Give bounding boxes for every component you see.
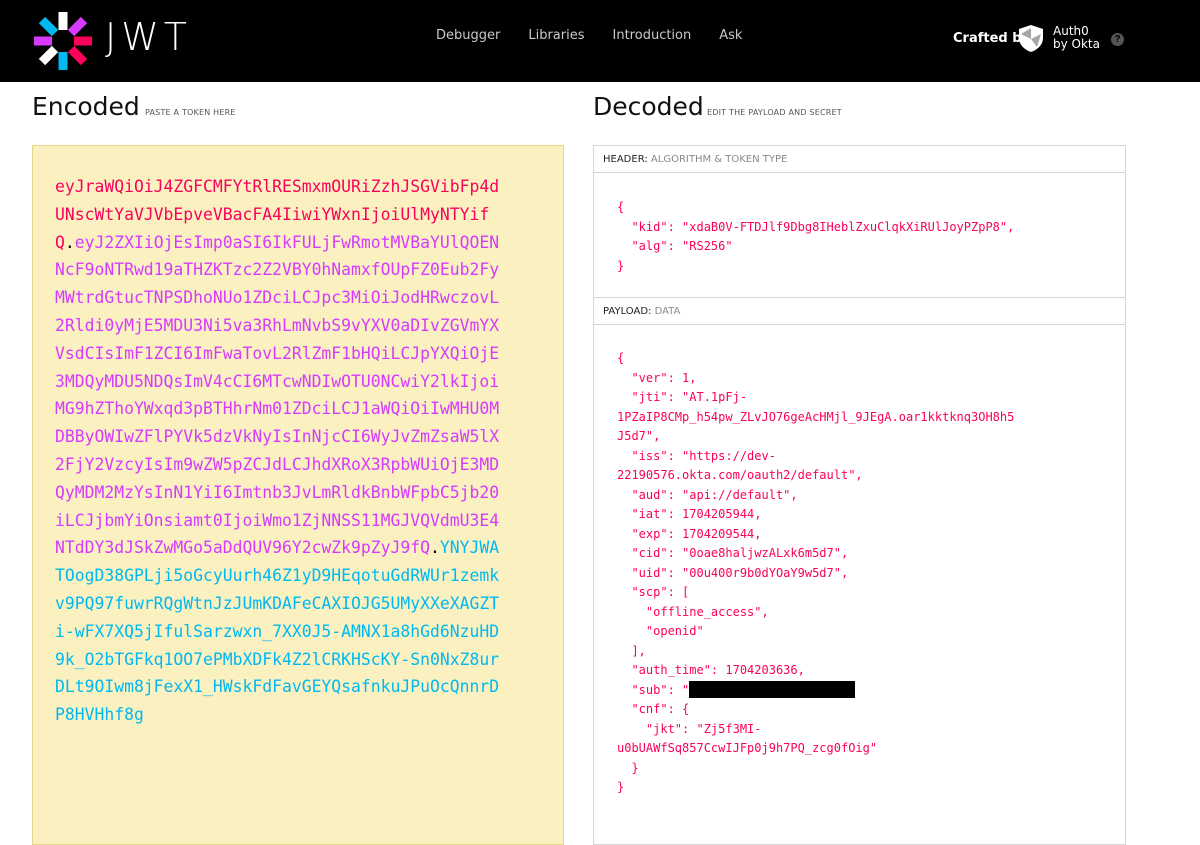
header-label: HEADER: bbox=[603, 154, 648, 165]
decoded-panel: HEADER: ALGORITHM & TOKEN TYPE { "kid": … bbox=[593, 145, 1126, 845]
token-signature-part: YNYJWATOogD38GPLji5oGcyUurh46Z1yD9HEqotu… bbox=[55, 538, 500, 725]
token-payload-part: eyJ2ZXIiOjEsImp0aSI6IkFULjFwRmotMVBaYUlQ… bbox=[55, 232, 500, 558]
nav-introduction[interactable]: Introduction bbox=[613, 28, 692, 44]
jwt-logo-text[interactable]: JWT bbox=[105, 14, 192, 60]
payload-sub-key: "sub": " bbox=[617, 682, 690, 697]
payload-section-label: PAYLOAD: DATA bbox=[594, 298, 1125, 325]
encoded-token-input[interactable]: eyJraWQiOiJ4ZGFCMFYtRlRESmxmOURiZzhJSGVi… bbox=[32, 145, 564, 845]
encoded-subtitle: PASTE A TOKEN HERE bbox=[145, 108, 236, 117]
header-description: ALGORITHM & TOKEN TYPE bbox=[650, 154, 788, 165]
token-dot: . bbox=[429, 538, 440, 558]
top-navigation-bar: JWT Debugger Libraries Introduction Ask … bbox=[0, 0, 1200, 82]
payload-json-editor[interactable]: { "ver": 1, "jti": "AT.1pFj- 1PZaIP8CMp_… bbox=[617, 349, 1014, 798]
header-json-editor[interactable]: { "kid": "xdaB0V-FTDJlf9Dbg8IHeblZxuClqk… bbox=[617, 198, 1014, 276]
nav-ask[interactable]: Ask bbox=[719, 28, 742, 44]
token-dot: . bbox=[64, 232, 75, 252]
nav-debugger[interactable]: Debugger bbox=[436, 28, 500, 44]
header-section-label: HEADER: ALGORITHM & TOKEN TYPE bbox=[594, 146, 1125, 173]
decoded-title: Decoded bbox=[593, 92, 704, 121]
jwt-logo-icon[interactable] bbox=[30, 8, 96, 74]
decoded-subtitle: EDIT THE PAYLOAD AND SECRET bbox=[707, 108, 842, 117]
redacted-sub-value bbox=[689, 680, 856, 698]
payload-description: DATA bbox=[654, 306, 681, 317]
payload-label: PAYLOAD: bbox=[603, 306, 652, 317]
payload-json-top: { "ver": 1, "jti": "AT.1pFj- 1PZaIP8CMp_… bbox=[617, 351, 1015, 677]
nav-libraries[interactable]: Libraries bbox=[528, 28, 584, 44]
encoded-title: Encoded bbox=[32, 92, 140, 121]
payload-json-bottom: "cnf": { "jkt": "Zj5f3MI- u0bUAWfSq857Cc… bbox=[617, 702, 878, 794]
auth0-brand[interactable]: Auth0 by Okta bbox=[1053, 25, 1100, 51]
auth0-brand-line2: by Okta bbox=[1053, 37, 1100, 51]
help-icon[interactable]: ? bbox=[1111, 33, 1124, 46]
main-nav: Debugger Libraries Introduction Ask bbox=[436, 28, 742, 44]
auth0-shield-icon[interactable] bbox=[1019, 25, 1043, 52]
encoded-token-text[interactable]: eyJraWQiOiJ4ZGFCMFYtRlRESmxmOURiZzhJSGVi… bbox=[55, 173, 500, 729]
